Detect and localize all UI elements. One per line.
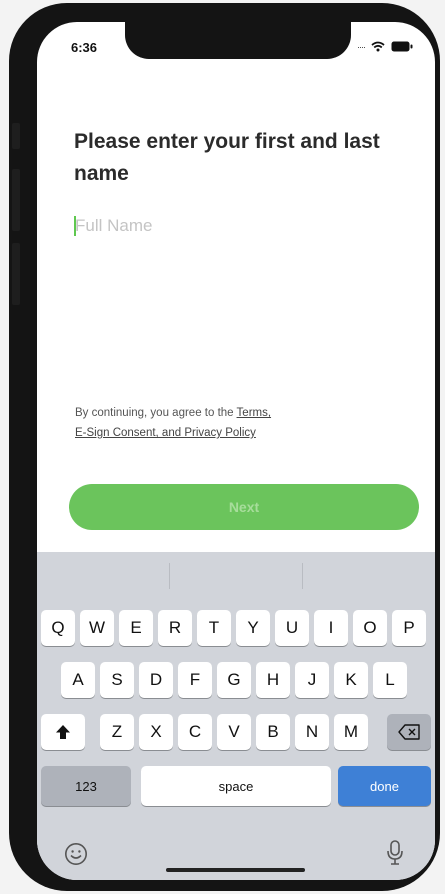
backspace-key[interactable] [387,714,431,750]
consent-privacy-link[interactable]: E-Sign Consent, and Privacy Policy [75,427,256,439]
phone-frame: 6:36 ···· Please enter your first and la… [9,3,440,891]
key-p[interactable]: P [392,610,426,646]
key-l[interactable]: L [373,662,407,698]
key-q[interactable]: Q [41,610,75,646]
done-key[interactable]: done [338,766,431,806]
key-y[interactable]: Y [236,610,270,646]
mute-switch [12,123,20,149]
key-d[interactable]: D [139,662,173,698]
legal-notice: By continuing, you agree to the Terms, E-… [75,403,395,443]
key-w[interactable]: W [80,610,114,646]
key-j[interactable]: J [295,662,329,698]
signal-dots: ···· [357,41,366,52]
key-t[interactable]: T [197,610,231,646]
key-o[interactable]: O [353,610,387,646]
status-time: 6:36 [71,40,98,55]
key-v[interactable]: V [217,714,251,750]
key-f[interactable]: F [178,662,212,698]
screen: 6:36 ···· Please enter your first and la… [37,22,435,880]
key-m[interactable]: M [334,714,368,750]
shift-icon [56,725,70,739]
key-g[interactable]: G [217,662,251,698]
home-indicator [166,868,305,872]
key-b[interactable]: B [256,714,290,750]
key-r[interactable]: R [158,610,192,646]
numbers-key[interactable]: 123 [41,766,131,806]
battery-icon [391,41,413,52]
keyboard: Q W E R T Y U I O P A S D F G H J K L Z … [37,552,435,880]
volume-up-button [12,169,20,231]
keyboard-row-3: Z X C V B N M [37,714,435,750]
space-key[interactable]: space [141,766,331,806]
terms-link[interactable]: Terms, [237,407,272,419]
key-k[interactable]: K [334,662,368,698]
key-z[interactable]: Z [100,714,134,750]
key-x[interactable]: X [139,714,173,750]
backspace-icon [398,724,420,740]
key-h[interactable]: H [256,662,290,698]
wifi-icon [371,41,385,52]
shift-key[interactable] [41,714,85,750]
emoji-icon[interactable] [64,842,88,866]
key-c[interactable]: C [178,714,212,750]
suggestion-divider [302,563,303,589]
status-icons: ···· [357,41,413,52]
full-name-input[interactable] [72,212,395,240]
text-cursor [74,216,76,236]
notch [125,22,351,59]
next-button[interactable]: Next [69,484,419,530]
key-s[interactable]: S [100,662,134,698]
page-title: Please enter your first and last name [74,130,380,185]
key-i[interactable]: I [314,610,348,646]
keyboard-row-2: A S D F G H J K L [37,662,435,698]
keyboard-row-4: 123 space done [37,766,435,808]
microphone-icon[interactable] [387,840,403,866]
legal-prefix: By continuing, you agree to the [75,407,237,419]
key-u[interactable]: U [275,610,309,646]
volume-down-button [12,243,20,305]
keyboard-row-1: Q W E R T Y U I O P [37,610,435,646]
suggestion-divider [169,563,170,589]
key-a[interactable]: A [61,662,95,698]
key-e[interactable]: E [119,610,153,646]
key-n[interactable]: N [295,714,329,750]
